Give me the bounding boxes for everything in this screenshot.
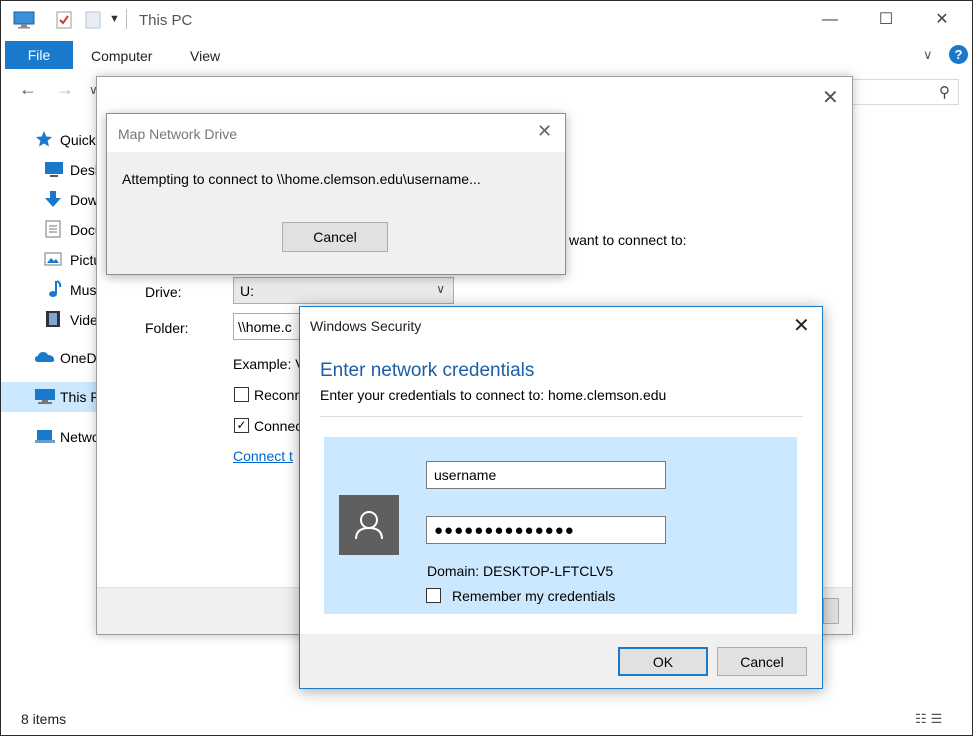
connect-website-link[interactable]: Connect t [233, 448, 293, 464]
help-icon[interactable]: ? [949, 45, 968, 64]
back-arrow-icon[interactable]: ← [19, 79, 37, 100]
connecting-dialog: Map Network Drive ✕ Attempting to connec… [106, 113, 566, 275]
credential-tile[interactable]: Domain: DESKTOP-LFTCLV5 Remember my cred… [324, 437, 797, 614]
folder-label: Folder: [145, 320, 189, 336]
wizard-cancel-button[interactable] [823, 598, 839, 624]
security-dialog-footer: OK Cancel [300, 634, 822, 688]
password-field[interactable] [426, 516, 666, 544]
nav-item-label: This P [60, 389, 100, 405]
nav-item-label: Mus [70, 282, 97, 298]
expand-ribbon-icon[interactable]: ∨ [923, 47, 933, 63]
close-icon[interactable]: ✕ [793, 313, 810, 338]
cancel-button[interactable]: Cancel [717, 647, 807, 676]
nav-item-label: Quick [60, 132, 96, 148]
divider [320, 416, 803, 417]
security-dialog-title: Windows Security [310, 318, 422, 334]
onedrive-icon [34, 348, 55, 366]
computer-icon [34, 387, 55, 405]
remember-credentials-label: Remember my credentials [452, 588, 616, 604]
connecting-dialog-title: Map Network Drive [118, 126, 238, 142]
connecting-message: Attempting to connect to \\home.clemson.… [122, 171, 481, 187]
connecting-cancel-button[interactable]: Cancel [282, 222, 388, 252]
drive-label: Drive: [145, 284, 182, 300]
status-item-count: 8 items [21, 711, 67, 727]
pictures-icon [44, 250, 62, 268]
nav-item-label: Netwo [60, 429, 100, 445]
chevron-down-icon: ∨ [436, 282, 445, 296]
explorer-titlebar: ▼ This PC — ☐ ✕ [1, 1, 972, 39]
user-icon [355, 511, 383, 540]
search-input[interactable]: ⚲ [851, 79, 959, 105]
close-button[interactable]: ✕ [927, 9, 957, 31]
remember-credentials-checkbox[interactable] [426, 588, 441, 603]
document-icon [45, 220, 63, 238]
connect-to-instruction: want to connect to: [569, 232, 687, 248]
different-credentials-checkbox[interactable]: ✓ [234, 418, 249, 433]
credentials-heading: Enter network credentials [320, 360, 535, 381]
close-icon[interactable]: ✕ [537, 121, 552, 142]
drive-select-value: U: [240, 283, 254, 299]
computer-icon[interactable] [13, 11, 35, 32]
tab-computer[interactable]: Computer [91, 48, 152, 64]
search-icon: ⚲ [939, 84, 950, 101]
music-icon [46, 280, 64, 298]
new-folder-icon[interactable] [85, 11, 101, 32]
connecting-dialog-titlebar: Map Network Drive ✕ [107, 114, 565, 152]
video-icon [45, 310, 63, 328]
network-icon [34, 427, 55, 445]
nav-item-label: Vide [70, 312, 98, 328]
window-title: This PC [139, 12, 193, 29]
domain-text: Domain: DESKTOP-LFTCLV5 [427, 563, 614, 579]
minimize-button[interactable]: — [815, 9, 845, 31]
nav-item-label: Dow [70, 192, 99, 208]
different-credentials-label: Connec [254, 418, 303, 434]
titlebar-separator [126, 9, 127, 29]
username-field[interactable] [426, 461, 666, 489]
tab-view[interactable]: View [190, 48, 220, 64]
ok-button[interactable]: OK [618, 647, 708, 676]
credentials-subheading: Enter your credentials to connect to: ho… [320, 387, 667, 403]
reconnect-checkbox[interactable] [234, 387, 249, 402]
forward-arrow-icon[interactable]: → [56, 79, 74, 100]
wizard-close-icon[interactable]: ✕ [822, 85, 839, 110]
folder-example-text: Example: V [233, 356, 305, 372]
maximize-button[interactable]: ☐ [871, 9, 901, 31]
nav-item-label: OneD [60, 350, 97, 366]
view-toggle-icon[interactable]: ☷☰ [915, 711, 946, 727]
reconnect-label: Reconn [254, 387, 303, 403]
user-avatar [339, 495, 399, 555]
download-icon [44, 190, 62, 208]
ribbon-tabs: File Computer View ∨ ? [1, 39, 972, 71]
properties-icon[interactable] [56, 11, 72, 32]
tab-file[interactable]: File [5, 41, 73, 69]
star-icon [35, 130, 53, 148]
desktop-icon [44, 160, 63, 178]
drive-select[interactable]: U: ∨ [233, 277, 454, 304]
windows-security-dialog: Windows Security ✕ Enter network credent… [299, 306, 823, 689]
customize-toolbar-icon[interactable]: ▼ [109, 13, 120, 25]
